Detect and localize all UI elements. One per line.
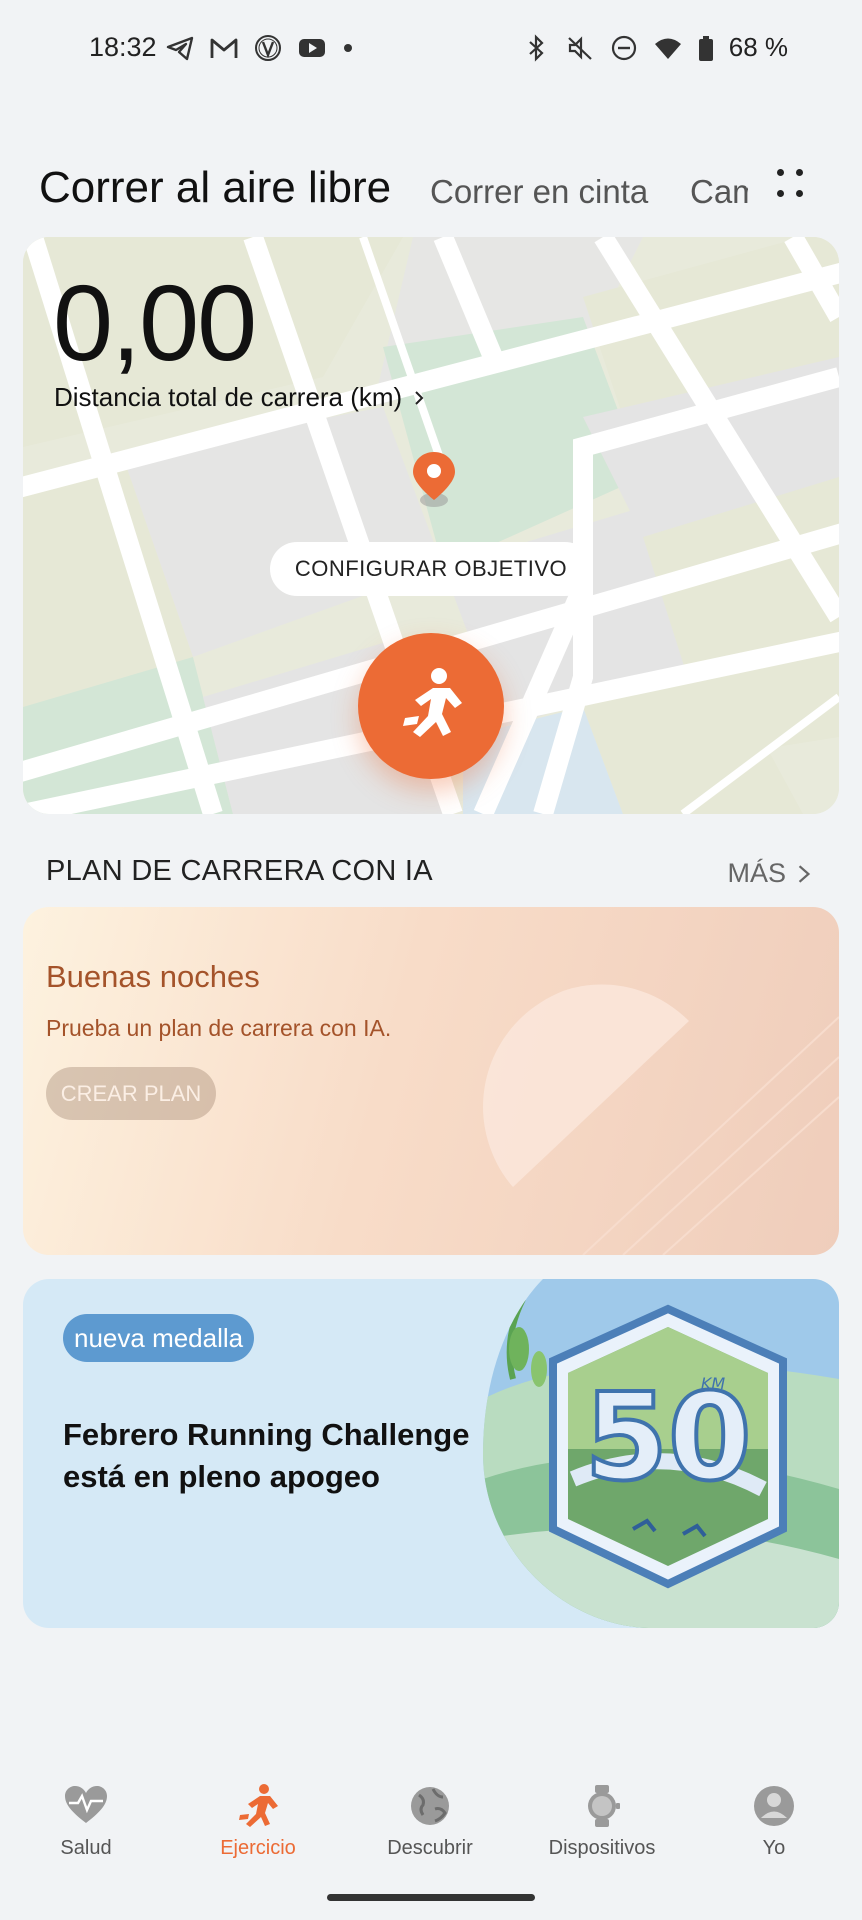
start-run-button[interactable] — [358, 633, 504, 779]
profile-icon — [754, 1786, 794, 1826]
runner-icon — [403, 668, 462, 737]
medal-challenge-title: Febrero Running Challenge está en pleno … — [63, 1417, 470, 1494]
create-plan-button[interactable]: CREAR PLAN — [46, 1067, 216, 1120]
nav-item-salud[interactable]: Salud — [0, 1770, 172, 1860]
medal-unit: KM — [701, 1374, 725, 1393]
ai-plan-section-title: PLAN DE CARRERA CON IA — [46, 855, 433, 887]
plan-greeting: Buenas noches — [46, 959, 260, 994]
more-label: MÁS — [727, 858, 786, 888]
notification-icons — [165, 33, 355, 63]
gmail-icon — [209, 33, 239, 63]
battery-icon — [697, 33, 715, 63]
nav-item-descubrir[interactable]: Descubrir — [344, 1770, 516, 1860]
medal-50km-icon: 50 KM — [483, 1279, 839, 1628]
dot-icon — [341, 33, 355, 63]
more-link[interactable]: MÁS — [727, 858, 814, 889]
mute-icon — [565, 33, 595, 63]
status-bar: 18:32 68 % — [0, 0, 862, 100]
bottom-navigation: Salud Ejercicio Descubrir Dispositivos Y… — [0, 1770, 862, 1880]
chevron-right-icon — [798, 864, 811, 883]
distance-label-link[interactable]: Distancia total de carrera (km) — [54, 382, 428, 413]
home-indicator[interactable] — [327, 1894, 535, 1901]
vpn-icon — [253, 33, 283, 63]
youtube-icon — [297, 33, 327, 63]
nav-label: Dispositivos — [548, 1837, 656, 1859]
distance-value: 0,00 — [53, 262, 257, 383]
location-pin-icon — [413, 452, 455, 507]
globe-icon — [411, 1787, 449, 1825]
tab-treadmill[interactable]: Correr en cinta — [430, 173, 648, 211]
nav-item-ejercicio[interactable]: Ejercicio — [172, 1770, 344, 1860]
decorative-shape — [483, 984, 839, 1255]
bluetooth-icon — [521, 33, 551, 63]
ai-plan-card[interactable]: Buenas noches Prueba un plan de carrera … — [23, 907, 839, 1255]
set-goal-button[interactable]: CONFIGURAR OBJETIVO — [270, 542, 592, 596]
nav-item-yo[interactable]: Yo — [688, 1770, 860, 1860]
battery-level: 68 % — [728, 32, 788, 62]
dnd-icon — [609, 33, 639, 63]
tab-walk[interactable]: Caminar — [690, 173, 748, 211]
runner-icon — [239, 1784, 278, 1827]
tab-outdoor-run[interactable]: Correr al aire libre — [39, 163, 391, 213]
exercise-screen: 18:32 68 % Correr al aire libre Correr e… — [0, 0, 862, 1920]
chevron-right-icon — [415, 390, 424, 405]
telegram-icon — [165, 33, 195, 63]
more-options-icon[interactable] — [772, 165, 812, 205]
system-icons: 68 % — [521, 32, 788, 63]
watch-icon — [588, 1785, 620, 1827]
status-time: 18:32 — [89, 32, 157, 62]
nav-label: Ejercicio — [220, 1837, 296, 1859]
heart-pulse-icon — [65, 1786, 107, 1823]
activity-tabs: Correr al aire libre Correr en cinta Cam… — [0, 158, 862, 228]
new-medal-badge: nueva medalla — [63, 1314, 255, 1362]
nav-label: Yo — [762, 1837, 786, 1859]
nav-item-dispositivos[interactable]: Dispositivos — [516, 1770, 688, 1860]
nav-label: Descubrir — [387, 1837, 473, 1859]
nav-label: Salud — [60, 1837, 112, 1859]
distance-label: Distancia total de carrera (km) — [54, 382, 403, 412]
wifi-icon — [653, 33, 683, 63]
map-card: 0,00 Distancia total de carrera (km) CON… — [23, 237, 839, 814]
medal-number: 50 — [585, 1369, 752, 1508]
medal-challenge-card[interactable]: nueva medalla Febrero Running Challenge … — [23, 1279, 839, 1628]
plan-subtitle: Prueba un plan de carrera con IA. — [46, 1015, 392, 1041]
